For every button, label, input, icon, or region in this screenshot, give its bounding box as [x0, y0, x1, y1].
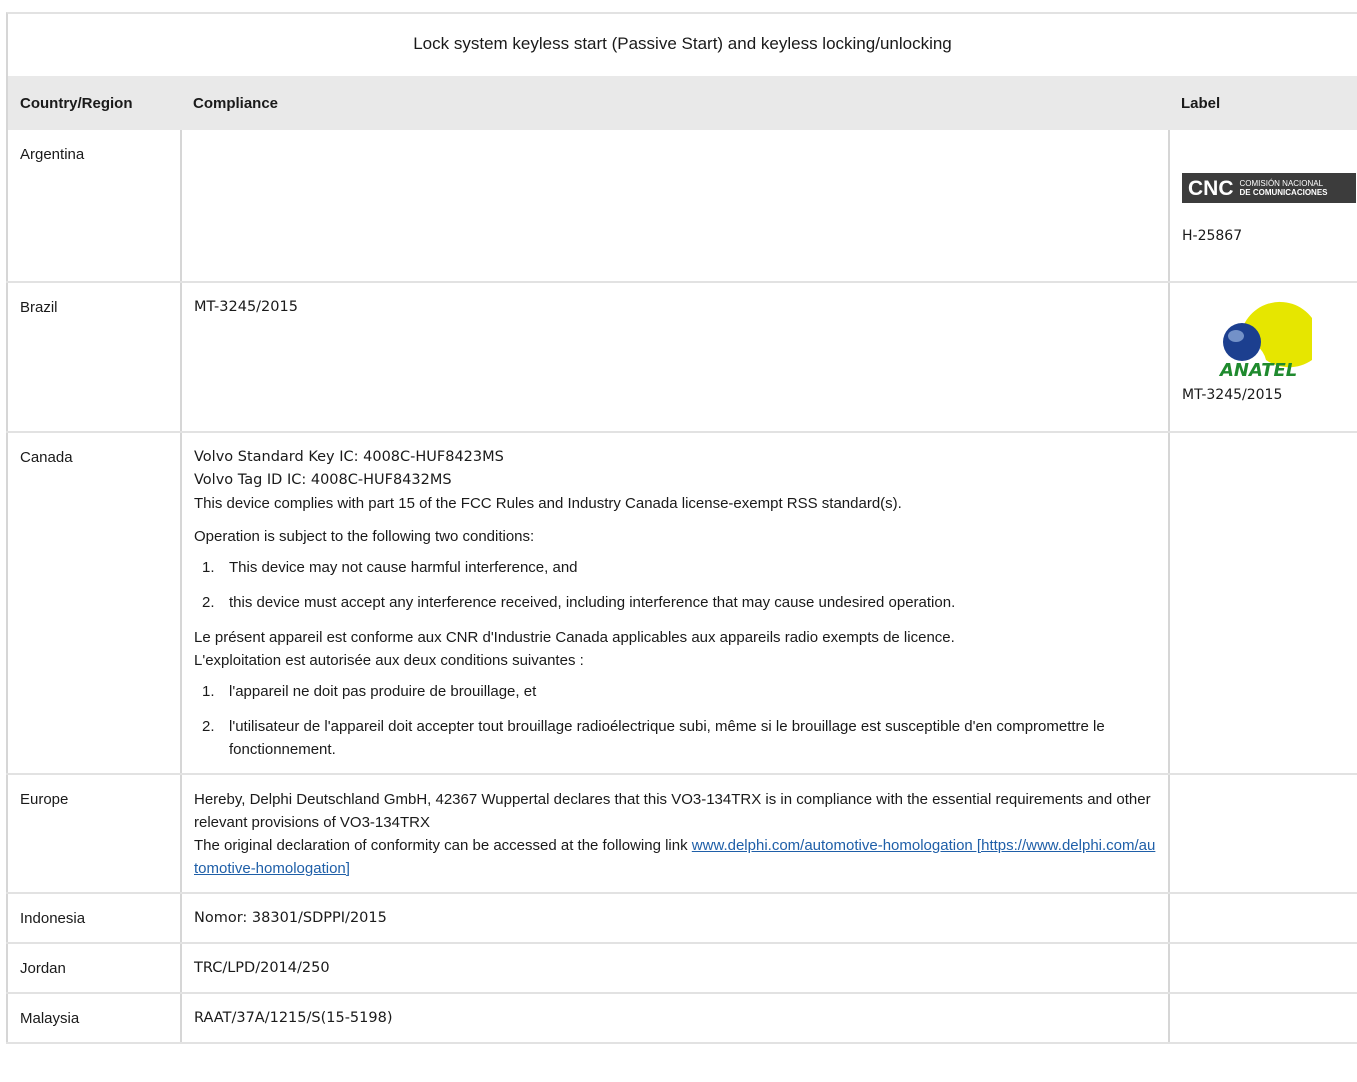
country-cell: Jordan — [6, 943, 181, 994]
label-cell: CNC COMISIÓN NACIONAL DE COMUNICACIONES … — [1168, 130, 1357, 283]
compliance-cell: TRC/LPD/2014/250 — [180, 943, 1169, 994]
list-item-text: This device may not cause harmful interf… — [229, 559, 578, 576]
cnc-logo-text: COMISIÓN NACIONAL DE COMUNICACIONES — [1234, 179, 1328, 197]
compliance-cell: MT-3245/2015 — [180, 282, 1169, 433]
list-number: 1. — [202, 683, 215, 700]
label-cell — [1168, 943, 1357, 994]
country-cell: Europe — [6, 774, 181, 894]
label-cell — [1168, 893, 1357, 944]
list-item: 1. This device may not cause harmful inte… — [202, 556, 1156, 579]
cnc-logo-mark: CNC — [1188, 176, 1234, 200]
list-item-text: l'appareil ne doit pas produire de broui… — [229, 683, 537, 700]
canada-fr-conditions-intro: L'exploitation est autorisée aux deux co… — [194, 652, 584, 669]
table-row-malaysia: Malaysia RAAT/37A/1215/S(15-5198) — [6, 993, 1357, 1044]
country-cell: Canada — [6, 432, 181, 775]
table-row-brazil: Brazil MT-3245/2015 ANATEL MT-3245/2015 — [6, 282, 1357, 433]
list-item: 1. l'appareil ne doit pas produire de bro… — [202, 680, 1156, 703]
compliance-table: Country/Region Compliance Label Argentin… — [6, 76, 1357, 1044]
compliance-cell: Nomor: 38301/SDPPI/2015 — [180, 893, 1169, 944]
compliance-cell: Hereby, Delphi Deutschland GmbH, 42367 W… — [180, 774, 1169, 894]
table-row-europe: Europe Hereby, Delphi Deutschland GmbH, … — [6, 774, 1357, 894]
compliance-cell: Volvo Standard Key IC: 4008C-HUF8423MS V… — [180, 432, 1169, 775]
list-number: 1. — [202, 559, 215, 576]
canada-fr-conditions: 1. l'appareil ne doit pas produire de bro… — [194, 680, 1156, 761]
compliance-cell — [180, 130, 1169, 283]
label-cell: ANATEL MT-3245/2015 — [1168, 282, 1357, 433]
list-item-text: this device must accept any interference… — [229, 594, 956, 611]
header-label: Label — [1169, 76, 1357, 130]
label-code: MT-3245/2015 — [1182, 387, 1283, 403]
compliance-cell: RAAT/37A/1215/S(15-5198) — [180, 993, 1169, 1044]
compliance-table-container: Lock system keyless start (Passive Start… — [6, 12, 1357, 1044]
list-number: 2. — [202, 594, 215, 611]
list-number: 2. — [202, 718, 215, 735]
header-country: Country/Region — [6, 76, 181, 130]
anatel-logo-graphic: ANATEL — [1218, 301, 1312, 381]
canada-key-ic: Volvo Standard Key IC: 4008C-HUF8423MS — [194, 449, 504, 465]
table-row-canada: Canada Volvo Standard Key IC: 4008C-HUF8… — [6, 432, 1357, 775]
header-compliance: Compliance — [181, 76, 1169, 130]
table-header-row: Country/Region Compliance Label — [6, 76, 1357, 130]
list-item-text: l'utilisateur de l'appareil doit accepte… — [229, 718, 1105, 758]
europe-declaration: Hereby, Delphi Deutschland GmbH, 42367 W… — [194, 791, 1151, 831]
country-cell: Argentina — [6, 130, 181, 283]
canada-fcc-statement: This device complies with part 15 of the… — [194, 495, 902, 512]
table-row-argentina: Argentina CNC COMISIÓN NACIONAL DE COMUN… — [6, 130, 1357, 283]
anatel-logo-text: ANATEL — [1218, 360, 1297, 381]
country-cell: Malaysia — [6, 993, 181, 1044]
canada-en-conditions: 1. This device may not cause harmful inte… — [194, 556, 1156, 614]
list-item: 2. this device must accept any interferen… — [202, 591, 1156, 614]
country-cell: Brazil — [6, 282, 181, 433]
country-cell: Indonesia — [6, 893, 181, 944]
label-cell — [1168, 993, 1357, 1044]
cnc-logo: CNC COMISIÓN NACIONAL DE COMUNICACIONES — [1182, 173, 1356, 203]
cnc-logo-line1: COMISIÓN NACIONAL — [1239, 179, 1324, 188]
canada-fr-statement: Le présent appareil est conforme aux CNR… — [194, 629, 955, 646]
anatel-logo: ANATEL — [1200, 298, 1346, 382]
table-row-jordan: Jordan TRC/LPD/2014/250 — [6, 943, 1357, 994]
label-code: H-25867 — [1182, 228, 1243, 244]
list-item: 2. l'utilisateur de l'appareil doit accep… — [202, 715, 1156, 761]
table-row-indonesia: Indonesia Nomor: 38301/SDPPI/2015 — [6, 893, 1357, 944]
table-caption: Lock system keyless start (Passive Start… — [6, 12, 1357, 76]
label-cell — [1168, 774, 1357, 894]
europe-link-intro: The original declaration of conformity c… — [194, 837, 692, 854]
canada-conditions-intro: Operation is subject to the following tw… — [194, 528, 535, 545]
label-cell — [1168, 432, 1357, 775]
cnc-logo-line2: DE COMUNICACIONES — [1239, 188, 1328, 197]
canada-tag-ic: Volvo Tag ID IC: 4008C-HUF8432MS — [194, 472, 452, 488]
